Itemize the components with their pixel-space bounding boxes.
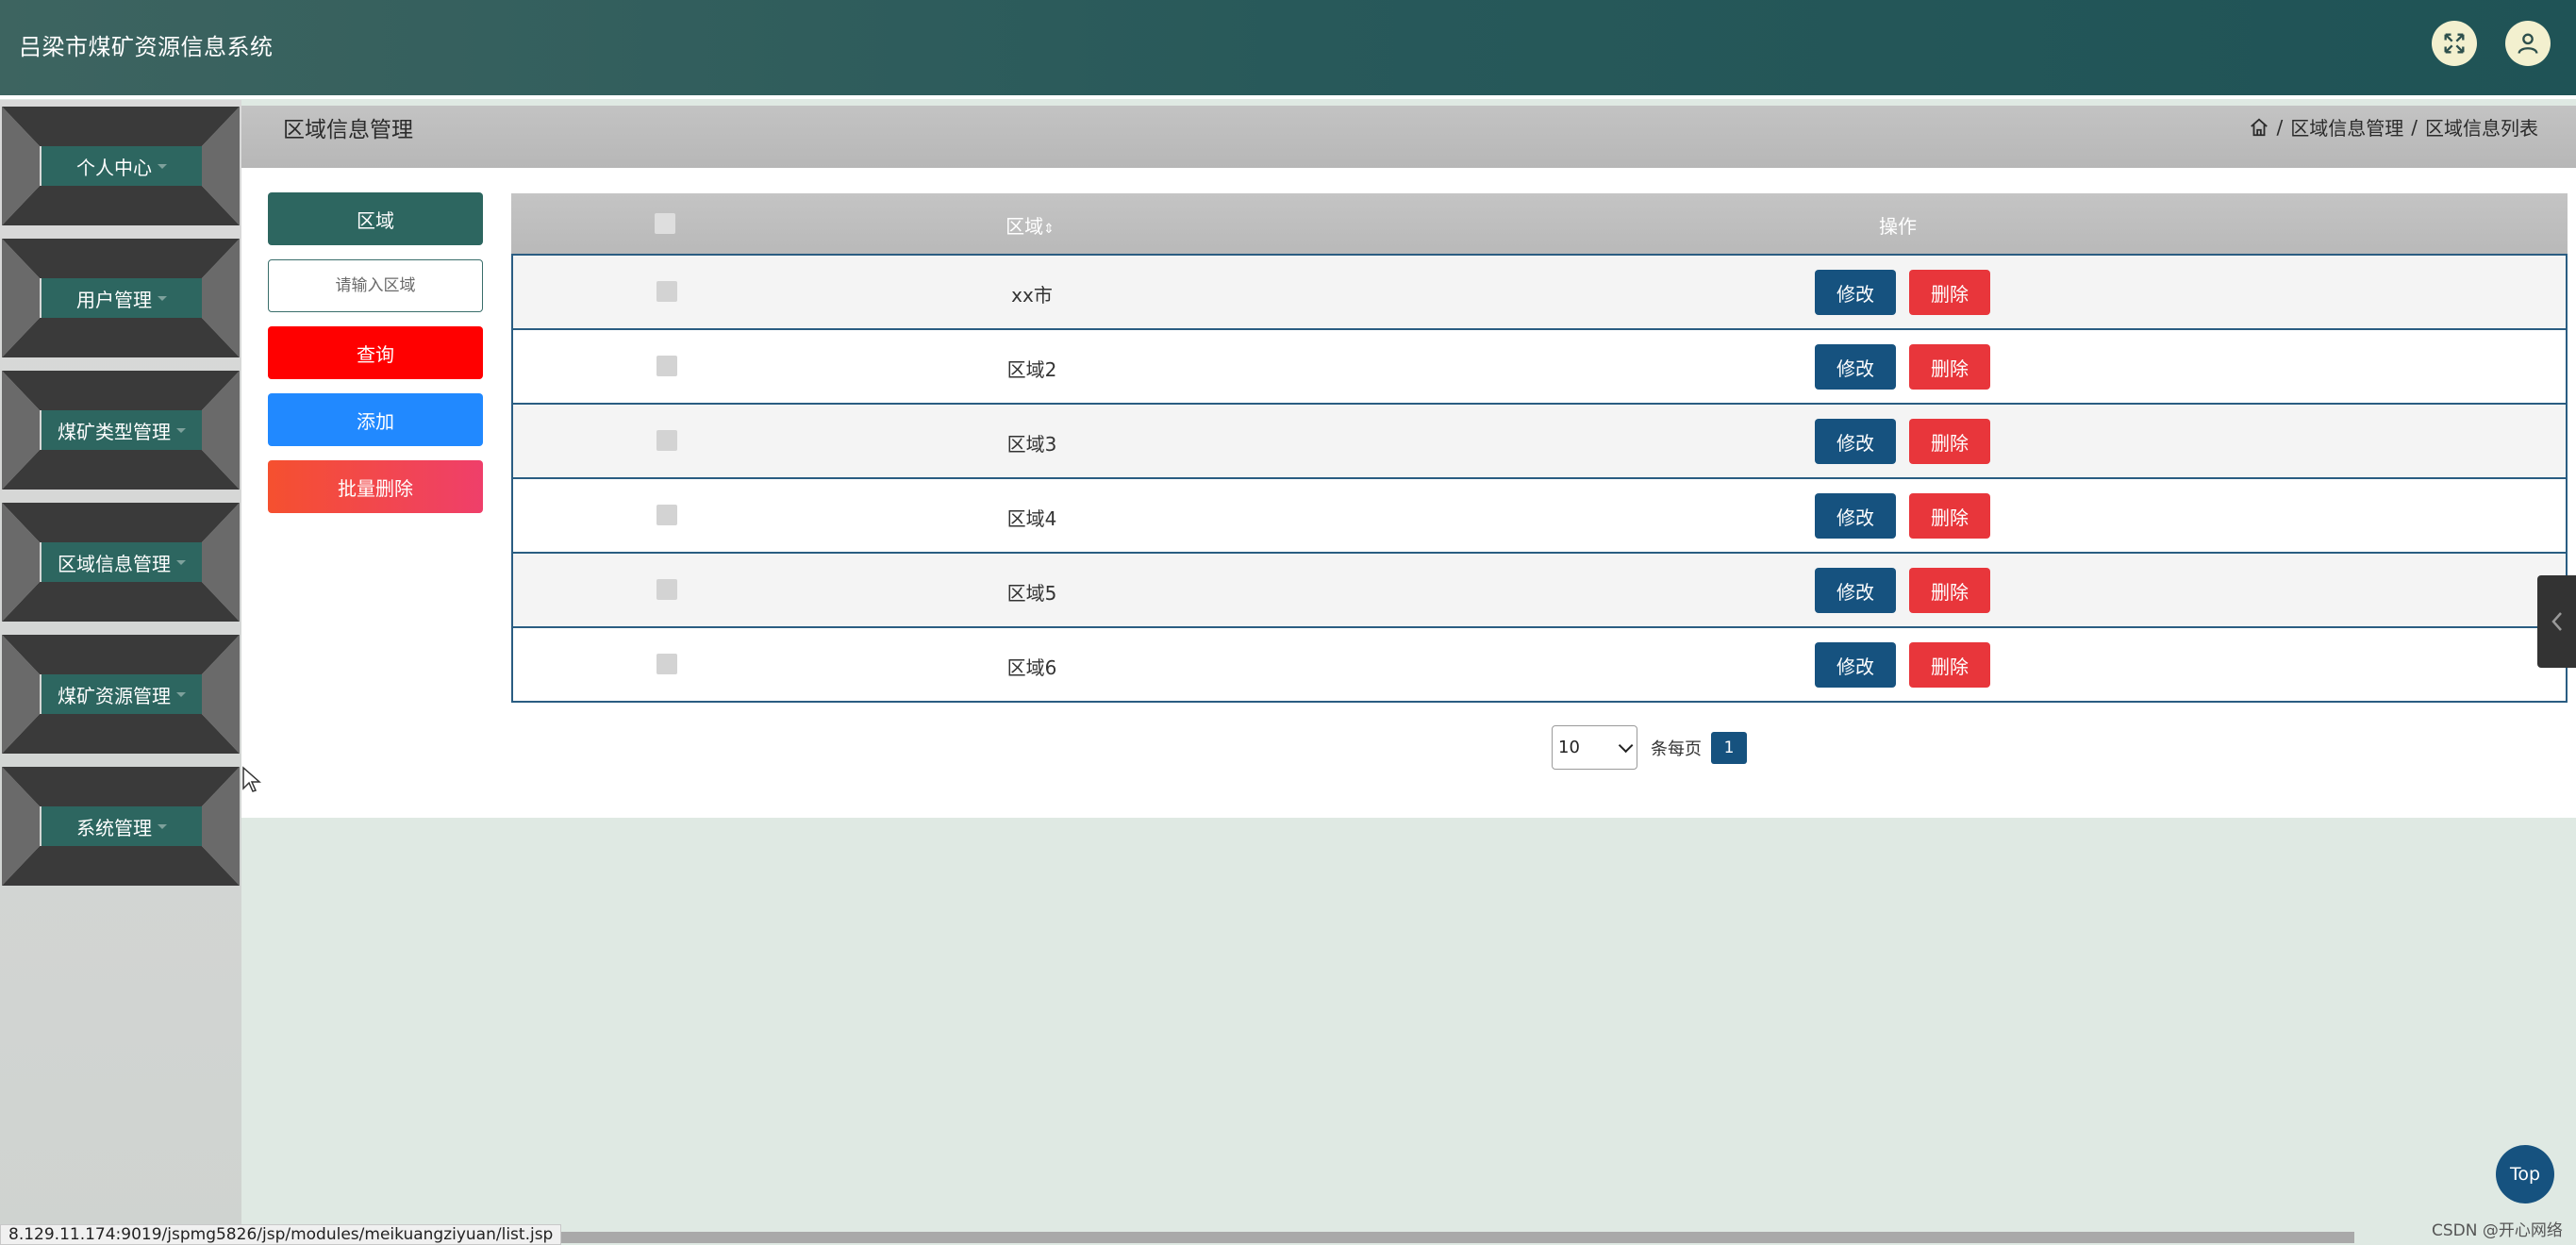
fullscreen-icon: [2444, 33, 2465, 54]
edit-button[interactable]: 修改: [1815, 419, 1896, 464]
page-title: 区域信息管理: [283, 118, 413, 142]
table-row: 区域2 修改 删除: [511, 330, 2568, 405]
sidebar: 个人中心 用户管理 煤矿类型管理 区域信息管理 煤矿资源管理 系统管理: [0, 100, 241, 1243]
table-row: 区域6 修改 删除: [511, 628, 2568, 703]
status-url: 8.129.11.174:9019/jspmg5826/jsp/modules/…: [0, 1224, 562, 1245]
main-content: 区域 查询 添加 批量删除 区域⇕ 操作 xx市 修改 删除 区域2 修改 删除…: [241, 168, 2576, 818]
sidebar-item-user-management[interactable]: 用户管理: [2, 239, 240, 357]
delete-button[interactable]: 删除: [1909, 270, 1990, 315]
collapse-panel-tab[interactable]: [2537, 575, 2576, 668]
add-button[interactable]: 添加: [268, 393, 483, 446]
back-to-top-button[interactable]: Top: [2496, 1145, 2554, 1204]
area-search-input[interactable]: [268, 259, 483, 312]
caret-down-icon: [176, 559, 186, 565]
edit-button[interactable]: 修改: [1815, 493, 1896, 539]
user-button[interactable]: [2505, 21, 2551, 66]
delete-button[interactable]: 删除: [1909, 642, 1990, 688]
sidebar-item-personal-center[interactable]: 个人中心: [2, 107, 240, 225]
sidebar-item-label: 用户管理: [42, 278, 202, 318]
caret-down-icon: [176, 427, 186, 433]
table-row: xx市 修改 删除: [511, 254, 2568, 330]
breadcrumb-separator: /: [2411, 115, 2418, 139]
sidebar-item-label: 个人中心: [42, 146, 202, 186]
sidebar-item-label: 煤矿资源管理: [42, 674, 202, 714]
edit-button[interactable]: 修改: [1815, 568, 1896, 613]
page-size-value: 10: [1558, 738, 1580, 757]
watermark: CSDN @开心网络: [2432, 1221, 2563, 1240]
row-checkbox[interactable]: [656, 356, 677, 376]
per-page-label: 条每页: [1651, 739, 1702, 759]
top-header: 吕梁市煤矿资源信息系统: [0, 0, 2576, 99]
caret-down-icon: [176, 691, 186, 697]
cell-area: xx市: [1011, 284, 1053, 307]
breadcrumb-link[interactable]: 区域信息管理: [2290, 113, 2403, 141]
sort-icon[interactable]: ⇕: [1043, 222, 1055, 237]
mouse-cursor-icon: [242, 766, 261, 792]
sidebar-item-label: 系统管理: [42, 806, 202, 846]
table-header: 区域⇕ 操作: [511, 193, 2568, 254]
cell-area: 区域5: [1006, 582, 1057, 605]
column-header-area[interactable]: 区域⇕: [964, 211, 1096, 239]
cell-area: 区域3: [1006, 433, 1057, 456]
cell-area: 区域6: [1006, 656, 1057, 679]
caret-down-icon: [158, 823, 167, 829]
breadcrumb-bar: 区域信息管理 / 区域信息管理 / 区域信息列表: [241, 106, 2576, 168]
delete-button[interactable]: 删除: [1909, 344, 1990, 390]
area-field-label: 区域: [268, 192, 483, 245]
sidebar-item-system-management[interactable]: 系统管理: [2, 767, 240, 886]
user-icon: [2518, 33, 2538, 54]
sidebar-item-label: 煤矿类型管理: [42, 410, 202, 450]
row-checkbox[interactable]: [656, 505, 677, 525]
page-size-select[interactable]: 10: [1552, 725, 1637, 770]
breadcrumb-current: 区域信息列表: [2425, 117, 2538, 140]
delete-button[interactable]: 删除: [1909, 568, 1990, 613]
chevron-left-icon: [2551, 612, 2562, 631]
delete-button[interactable]: 删除: [1909, 419, 1990, 464]
caret-down-icon: [158, 163, 167, 169]
app-title: 吕梁市煤矿资源信息系统: [19, 34, 274, 60]
breadcrumb-separator: /: [2276, 115, 2284, 139]
column-header-ops: 操作: [1879, 215, 1917, 238]
row-checkbox[interactable]: [656, 430, 677, 451]
edit-button[interactable]: 修改: [1815, 270, 1896, 315]
batch-delete-button[interactable]: 批量删除: [268, 460, 483, 513]
cell-area: 区域2: [1006, 358, 1057, 381]
chevron-down-icon: [1618, 738, 1634, 754]
area-table: 区域⇕ 操作 xx市 修改 删除 区域2 修改 删除 区域3 修改 删除 区域4…: [511, 193, 2568, 703]
table-row: 区域4 修改 删除: [511, 479, 2568, 554]
row-checkbox[interactable]: [656, 281, 677, 302]
table-row: 区域3 修改 删除: [511, 405, 2568, 479]
sidebar-item-area-management[interactable]: 区域信息管理: [2, 503, 240, 622]
sidebar-item-coal-resource-management[interactable]: 煤矿资源管理: [2, 635, 240, 754]
query-button[interactable]: 查询: [268, 326, 483, 379]
row-checkbox[interactable]: [656, 579, 677, 600]
select-all-checkbox[interactable]: [655, 213, 675, 234]
fullscreen-button[interactable]: [2432, 21, 2477, 66]
edit-button[interactable]: 修改: [1815, 344, 1896, 390]
caret-down-icon: [158, 295, 167, 301]
page-number-button[interactable]: 1: [1711, 732, 1747, 764]
cell-area: 区域4: [1006, 507, 1057, 530]
row-checkbox[interactable]: [656, 654, 677, 674]
home-icon[interactable]: [2249, 117, 2269, 138]
breadcrumb: / 区域信息管理 / 区域信息列表: [2249, 113, 2538, 141]
sidebar-item-label: 区域信息管理: [42, 542, 202, 582]
delete-button[interactable]: 删除: [1909, 493, 1990, 539]
sidebar-item-coal-type-management[interactable]: 煤矿类型管理: [2, 371, 240, 490]
table-row: 区域5 修改 删除: [511, 554, 2568, 628]
edit-button[interactable]: 修改: [1815, 642, 1896, 688]
